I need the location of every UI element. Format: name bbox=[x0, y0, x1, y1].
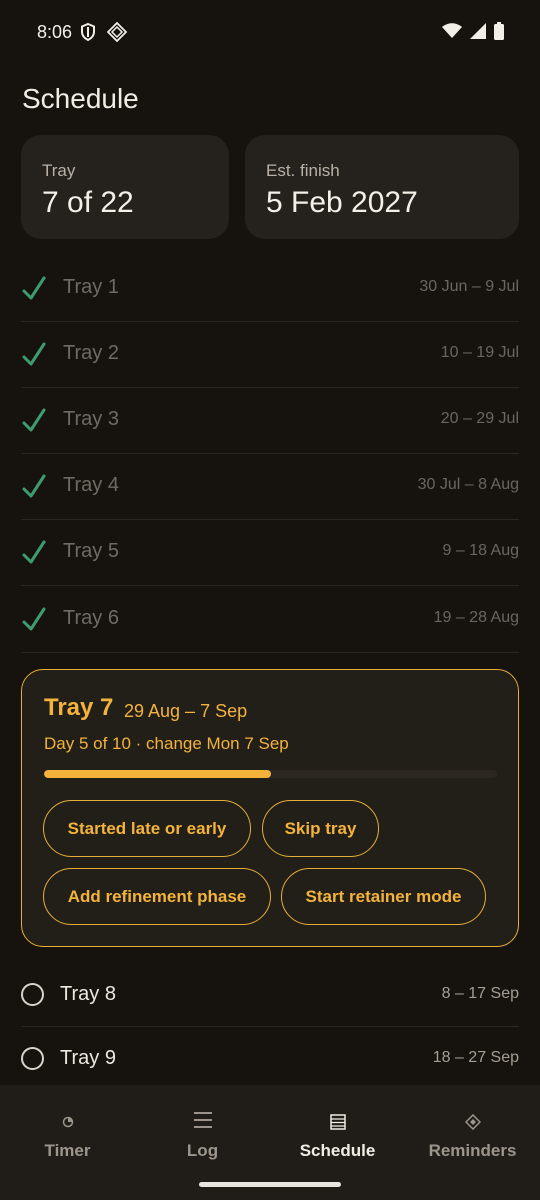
cellular-signal-icon bbox=[470, 23, 486, 44]
nav-label: Log bbox=[186, 1141, 219, 1160]
current-tray-dates: 29 Aug – 7 Sep bbox=[124, 701, 248, 721]
upcoming-tray-row[interactable]: Tray 9 18 – 27 Sep bbox=[21, 1027, 519, 1091]
empty-circle-icon bbox=[21, 1047, 44, 1070]
progress-fill bbox=[44, 770, 271, 778]
nav-label: Schedule bbox=[299, 1141, 376, 1160]
schedule-icon bbox=[329, 1114, 346, 1135]
timer-icon bbox=[62, 1115, 74, 1133]
checkmark-icon bbox=[21, 405, 47, 435]
completed-tray-row[interactable]: Tray 5 9 – 18 Aug bbox=[21, 520, 519, 586]
tray-name: Tray 6 bbox=[63, 607, 119, 629]
completed-tray-row[interactable]: Tray 6 19 – 28 Aug bbox=[21, 587, 519, 653]
checkmark-icon bbox=[21, 537, 47, 567]
current-tray-name: Tray 7 bbox=[44, 694, 114, 721]
est-finish-card: Est. finish 5 Feb 2027 bbox=[245, 135, 519, 239]
tray-name: Tray 9 bbox=[60, 1047, 116, 1069]
diamond-icon bbox=[106, 21, 128, 47]
nav-item-timer[interactable]: Timer bbox=[0, 1085, 135, 1175]
tray-name: Tray 4 bbox=[63, 474, 119, 496]
reminders-icon bbox=[464, 1113, 481, 1135]
nav-item-reminders[interactable]: Reminders bbox=[405, 1085, 540, 1175]
tray-name: Tray 8 bbox=[60, 983, 116, 1005]
shield-icon bbox=[80, 22, 96, 47]
tray-count-value: 7 of 22 bbox=[42, 186, 134, 219]
tray-dates: 20 – 29 Jul bbox=[440, 410, 519, 427]
tray-dates: 18 – 27 Sep bbox=[432, 1049, 519, 1066]
completed-tray-row[interactable]: Tray 3 20 – 29 Jul bbox=[21, 388, 519, 454]
est-finish-value: 5 Feb 2027 bbox=[266, 186, 418, 219]
est-finish-label: Est. finish bbox=[266, 161, 340, 180]
list-icon bbox=[193, 1111, 213, 1134]
wifi-icon bbox=[442, 23, 462, 44]
tray-dates: 19 – 28 Aug bbox=[433, 609, 519, 626]
current-tray-progress-bar bbox=[44, 770, 497, 778]
status-bar: 8:06 bbox=[0, 0, 540, 66]
nav-item-schedule[interactable]: Schedule bbox=[270, 1085, 405, 1175]
current-tray-card: Tray 7 29 Aug – 7 Sep Day 5 of 10 · chan… bbox=[21, 669, 519, 947]
tray-name: Tray 3 bbox=[63, 408, 119, 430]
nav-item-log[interactable]: Log bbox=[135, 1085, 270, 1175]
nav-label: Timer bbox=[44, 1141, 91, 1160]
tray-count-label: Tray bbox=[42, 161, 76, 180]
skip-tray-button[interactable]: Skip tray bbox=[262, 800, 379, 857]
battery-icon bbox=[494, 22, 504, 45]
tray-count-card: Tray 7 of 22 bbox=[21, 135, 229, 239]
add-refinement-phase-button[interactable]: Add refinement phase bbox=[43, 868, 271, 925]
start-retainer-mode-button[interactable]: Start retainer mode bbox=[281, 868, 486, 925]
checkmark-icon bbox=[21, 273, 47, 303]
page-title: Schedule bbox=[22, 83, 139, 114]
tray-dates: 9 – 18 Aug bbox=[442, 542, 519, 559]
tray-dates: 30 Jul – 8 Aug bbox=[417, 476, 519, 493]
completed-tray-row[interactable]: Tray 1 30 Jun – 9 Jul bbox=[21, 256, 519, 322]
checkmark-icon bbox=[21, 604, 47, 634]
completed-tray-row[interactable]: Tray 2 10 – 19 Jul bbox=[21, 322, 519, 388]
tray-dates: 30 Jun – 9 Jul bbox=[419, 278, 519, 295]
tray-name: Tray 5 bbox=[63, 540, 119, 562]
checkmark-icon bbox=[21, 471, 47, 501]
status-time: 8:06 bbox=[37, 22, 73, 42]
current-tray-day-info: Day 5 of 10 · change Mon 7 Sep bbox=[44, 734, 289, 753]
checkmark-icon bbox=[21, 339, 47, 369]
empty-circle-icon bbox=[21, 983, 44, 1006]
nav-label: Reminders bbox=[428, 1141, 517, 1160]
tray-name: Tray 1 bbox=[63, 276, 119, 298]
upcoming-tray-row[interactable]: Tray 8 8 – 17 Sep bbox=[21, 963, 519, 1027]
tray-dates: 10 – 19 Jul bbox=[440, 344, 519, 361]
completed-tray-row[interactable]: Tray 4 30 Jul – 8 Aug bbox=[21, 454, 519, 520]
home-indicator[interactable] bbox=[199, 1182, 341, 1187]
started-late-or-early-button[interactable]: Started late or early bbox=[43, 800, 251, 857]
tray-name: Tray 2 bbox=[63, 342, 119, 364]
tray-dates: 8 – 17 Sep bbox=[441, 985, 519, 1002]
